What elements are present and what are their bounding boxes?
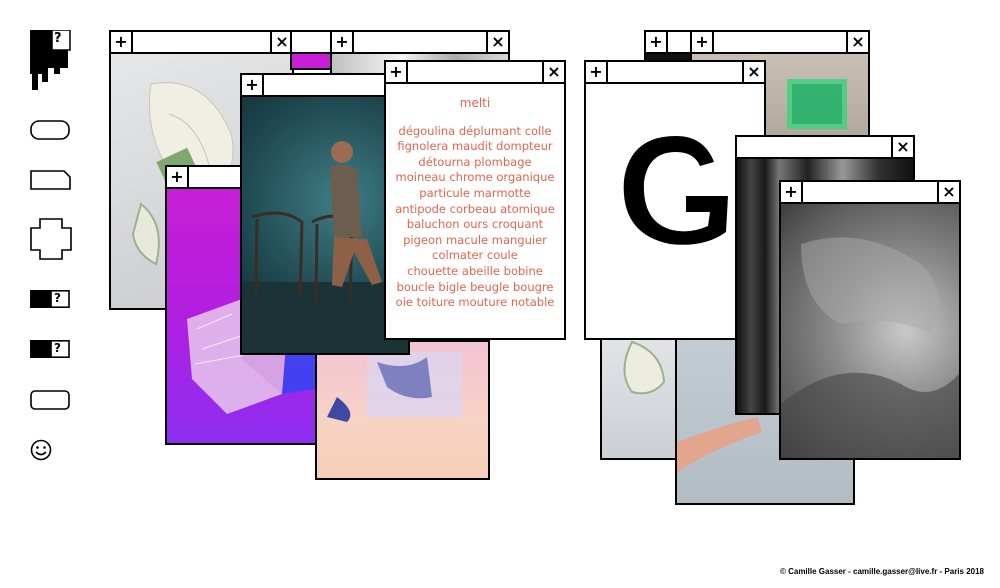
pixel-figure-question-icon[interactable]: ?	[30, 29, 72, 90]
poem-line: moineau chrome organique	[395, 170, 555, 185]
leaf-photo-2	[602, 332, 678, 458]
close-button[interactable]: ×	[846, 32, 868, 52]
window-titlebar[interactable]: + ×	[586, 62, 764, 84]
expand-button[interactable]: +	[386, 62, 408, 82]
window-titlebar[interactable]: + ×	[111, 32, 292, 54]
rounded-rectangle-icon[interactable]	[30, 390, 70, 415]
expand-button[interactable]: +	[111, 32, 133, 52]
poem: melti dégoulina déplumant colle fignoler…	[386, 84, 564, 311]
image-window-glass[interactable]	[315, 340, 490, 480]
poem-title: melti	[459, 96, 491, 110]
close-button[interactable]: ×	[937, 182, 959, 202]
poem-line: antipode corbeau atomique	[395, 201, 555, 216]
window-titlebar[interactable]: ×	[737, 137, 913, 159]
expand-button[interactable]: +	[242, 75, 264, 95]
close-button[interactable]: ×	[270, 32, 292, 52]
question-label: ?	[54, 341, 61, 355]
close-button[interactable]: ×	[742, 62, 764, 82]
poem-line: détourna plombage	[418, 154, 532, 169]
footer-credit: © Camille Gasser - camille.gasser@live.f…	[779, 567, 984, 576]
poem-line: pigeon macule manguier	[403, 232, 547, 247]
glass-photo	[317, 342, 488, 478]
close-button[interactable]: ×	[891, 137, 913, 157]
expand-button[interactable]: +	[586, 62, 608, 82]
poem-line: dégoulina déplumant colle	[398, 123, 552, 138]
image-window-texture[interactable]: + ×	[779, 180, 961, 460]
tag-shape-icon[interactable]	[30, 170, 72, 195]
sidebar: ? ? ?	[0, 0, 80, 588]
poem-window[interactable]: + × melti dégoulina déplumant colle fign…	[384, 60, 566, 340]
image-window-leaf-2[interactable]	[600, 330, 680, 460]
poem-line: oie toiture mouture notable	[395, 295, 555, 310]
close-button[interactable]: ×	[486, 32, 508, 52]
rounded-rectangle-icon[interactable]	[30, 120, 70, 145]
expand-button[interactable]: +	[332, 32, 354, 52]
window-titlebar[interactable]: + ×	[692, 32, 868, 54]
logo-question-label: ?	[54, 31, 62, 46]
poem-line: boucle bigle beugle bougre	[396, 279, 554, 294]
window-titlebar[interactable]: + ×	[386, 62, 564, 84]
close-button[interactable]: ×	[542, 62, 564, 82]
poem-line: baluchon ours croquant	[406, 217, 544, 232]
poem-line: chouette abeille bobine	[407, 263, 543, 278]
poem-line: colmater coule	[432, 248, 518, 263]
expand-button[interactable]: +	[167, 167, 189, 187]
smiley-icon[interactable]	[30, 439, 52, 466]
poem-line: particule marmotte	[419, 185, 531, 200]
window-titlebar[interactable]: + ×	[781, 182, 959, 204]
black-box-question-icon[interactable]: ?	[30, 340, 70, 358]
cross-shape-icon[interactable]	[30, 218, 72, 265]
texture-photo	[781, 204, 959, 458]
expand-button[interactable]: +	[781, 182, 803, 202]
expand-button[interactable]: +	[692, 32, 714, 52]
question-label: ?	[54, 291, 61, 305]
poem-line: fignolera maudit dompteur	[397, 139, 553, 154]
expand-button[interactable]: +	[646, 32, 668, 52]
window-titlebar[interactable]: + ×	[332, 32, 508, 54]
black-box-question-icon[interactable]: ?	[30, 290, 70, 308]
